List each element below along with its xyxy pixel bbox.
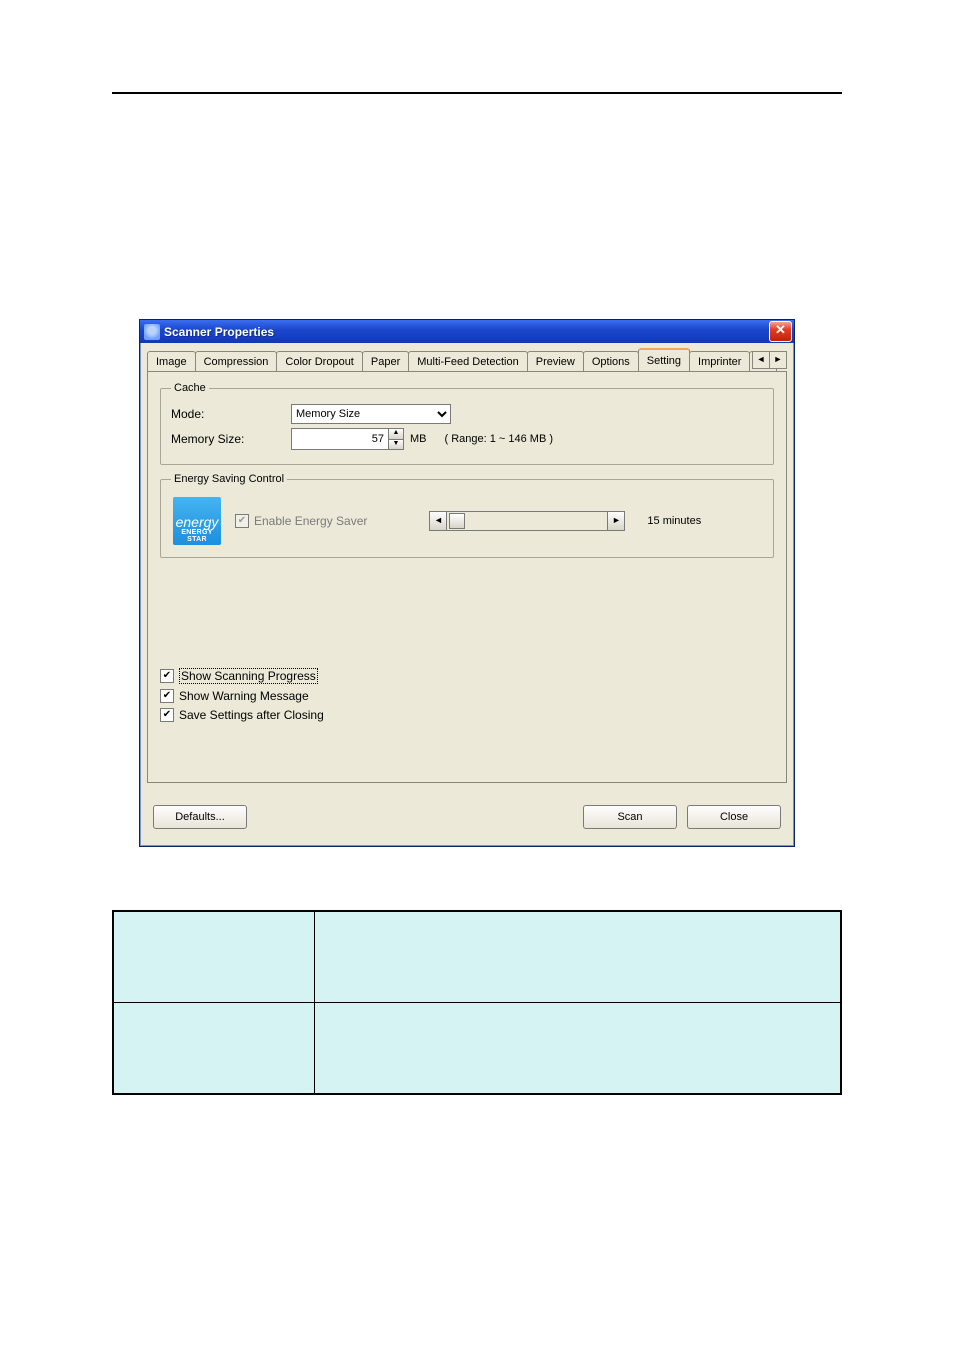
slider-thumb[interactable] — [449, 513, 465, 529]
slider-track[interactable] — [447, 511, 607, 531]
tabstrip: Image Compression Color Dropout Paper Mu… — [143, 347, 791, 371]
info-table — [112, 910, 842, 1095]
mode-label: Mode: — [171, 407, 291, 421]
show-warning-message-label: Show Warning Message — [179, 689, 309, 703]
mode-select[interactable]: Memory Size — [291, 404, 451, 424]
table-row — [113, 1003, 841, 1095]
checkbox-box: ✔ — [235, 514, 249, 528]
defaults-button[interactable]: Defaults... — [153, 805, 247, 829]
tabstrip-scroll: ◄ ► — [753, 351, 787, 369]
tabstrip-scroll-left-icon[interactable]: ◄ — [752, 351, 770, 369]
energy-star-icon: energy ENERGY STAR — [173, 497, 221, 545]
misc-options: ✔ Show Scanning Progress ✔ Show Warning … — [160, 668, 774, 722]
slider-right-icon[interactable]: ► — [607, 511, 625, 531]
memory-size-range: ( Range: 1 ~ 146 MB ) — [445, 433, 554, 445]
memory-size-spinner[interactable]: ▲ ▼ — [291, 428, 404, 450]
show-scanning-progress-label: Show Scanning Progress — [179, 668, 318, 684]
dialog-button-row: Defaults... Scan Close — [153, 805, 781, 829]
show-warning-message-checkbox[interactable]: ✔ Show Warning Message — [160, 689, 774, 703]
tab-options[interactable]: Options — [583, 351, 639, 371]
tab-image[interactable]: Image — [147, 351, 196, 371]
spin-down-icon[interactable]: ▼ — [389, 440, 403, 450]
tab-compression[interactable]: Compression — [195, 351, 278, 371]
group-energy-legend: Energy Saving Control — [171, 473, 287, 485]
titlebar[interactable]: Scanner Properties ✕ — [140, 320, 794, 343]
window-title: Scanner Properties — [164, 325, 769, 339]
save-settings-after-closing-checkbox[interactable]: ✔ Save Settings after Closing — [160, 708, 774, 722]
energy-saver-value: 15 minutes — [647, 515, 701, 527]
enable-energy-saver-label: Enable Energy Saver — [254, 514, 367, 528]
app-icon — [144, 324, 160, 340]
energy-saver-slider[interactable]: ◄ ► — [429, 511, 625, 531]
info-cell-1-right — [315, 911, 842, 1003]
tab-color-dropout[interactable]: Color Dropout — [276, 351, 362, 371]
tabpage-setting: Cache Mode: Memory Size Memory Size: ▲ — [147, 371, 787, 783]
scanner-properties-dialog: Scanner Properties ✕ Image Compression C… — [139, 319, 795, 847]
table-row — [113, 911, 841, 1003]
tab-multi-feed-detection[interactable]: Multi-Feed Detection — [408, 351, 528, 371]
scan-button[interactable]: Scan — [583, 805, 677, 829]
energy-star-script: energy — [173, 509, 221, 529]
group-cache-legend: Cache — [171, 382, 209, 394]
checkbox-box: ✔ — [160, 708, 174, 722]
page-divider — [112, 92, 842, 94]
show-scanning-progress-checkbox[interactable]: ✔ Show Scanning Progress — [160, 668, 774, 684]
energy-star-brand: ENERGY STAR — [173, 529, 221, 545]
info-cell-2-left — [113, 1003, 315, 1095]
tab-setting[interactable]: Setting — [638, 348, 690, 371]
save-settings-after-closing-label: Save Settings after Closing — [179, 708, 324, 722]
slider-left-icon[interactable]: ◄ — [429, 511, 447, 531]
tab-preview[interactable]: Preview — [527, 351, 584, 371]
tab-imprinter[interactable]: Imprinter — [689, 351, 750, 371]
checkbox-box: ✔ — [160, 689, 174, 703]
spin-up-icon[interactable]: ▲ — [389, 429, 403, 440]
checkbox-box: ✔ — [160, 669, 174, 683]
memory-size-unit: MB — [410, 433, 427, 445]
close-button[interactable]: Close — [687, 805, 781, 829]
tab-paper[interactable]: Paper — [362, 351, 409, 371]
enable-energy-saver-checkbox[interactable]: ✔ Enable Energy Saver — [235, 514, 367, 528]
tabstrip-scroll-right-icon[interactable]: ► — [769, 351, 787, 369]
memory-size-label: Memory Size: — [171, 432, 291, 446]
info-cell-1-left — [113, 911, 315, 1003]
memory-size-input[interactable] — [292, 429, 388, 449]
close-icon[interactable]: ✕ — [769, 321, 792, 342]
info-cell-2-right — [315, 1003, 842, 1095]
group-cache: Cache Mode: Memory Size Memory Size: ▲ — [160, 382, 774, 465]
group-energy: Energy Saving Control energy ENERGY STAR… — [160, 473, 774, 558]
